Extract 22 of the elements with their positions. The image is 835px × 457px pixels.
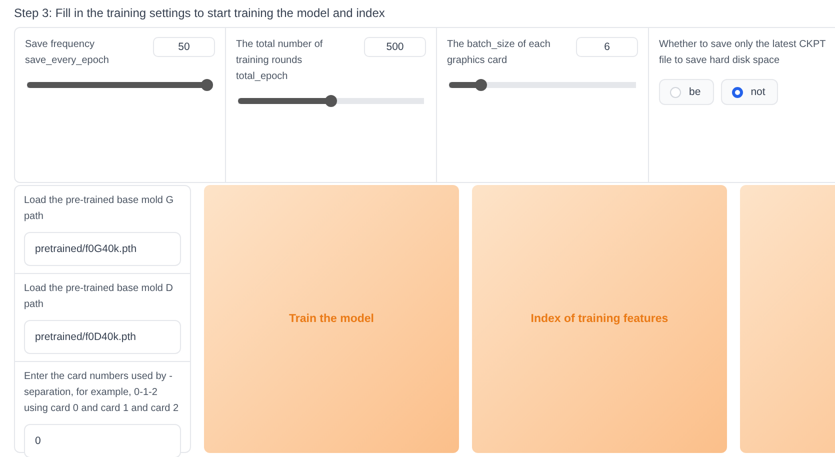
option-label: Whether to save only the latest CKPT file to save hard disk space [659, 38, 827, 68]
number-field[interactable]: 6 [576, 37, 638, 57]
slider-thumb[interactable] [475, 79, 488, 91]
input-field[interactable]: pretrained/f0D40k.pth [24, 320, 181, 354]
slider-track[interactable] [238, 95, 424, 107]
slider-track[interactable] [449, 79, 636, 91]
slider-label: The batch_size of each graphics card [447, 38, 552, 68]
field-label: Enter the card numbers used by - separation, for example, 0-1-2 using card 0 and card 1 and card 2 [24, 370, 180, 416]
slider-track[interactable] [27, 79, 213, 91]
field-label: Load the pre-trained base mold D path [24, 282, 174, 312]
number-field[interactable]: 50 [153, 37, 215, 57]
slider-thumb[interactable] [325, 95, 337, 107]
radio-option[interactable]: not [720, 79, 778, 105]
slider-label: The total number of training rounds total_epoch [236, 38, 324, 84]
input-field[interactable]: 0 [24, 424, 181, 457]
number-field[interactable]: 500 [364, 37, 426, 57]
radio-option[interactable]: be [659, 79, 714, 105]
slider-thumb[interactable] [201, 79, 213, 91]
slider-label: Save frequency save_every_epoch [25, 38, 110, 68]
step-heading: Step 3: Fill in the training settings to start training the model and index [14, 6, 386, 20]
input-field[interactable]: pretrained/f0G40k.pth [24, 232, 181, 266]
field-label: Load the pre-trained base mold G path [24, 194, 175, 224]
